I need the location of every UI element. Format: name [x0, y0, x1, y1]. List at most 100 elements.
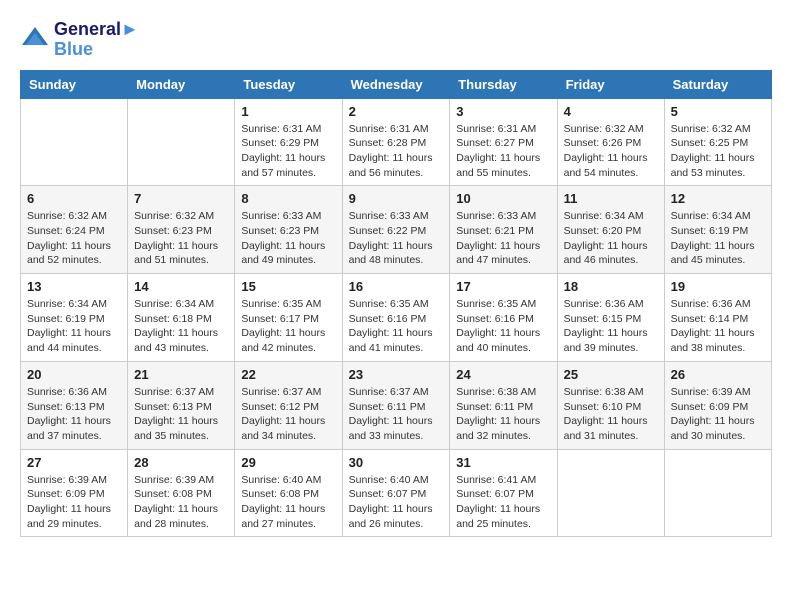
calendar-cell: 1 Sunrise: 6:31 AMSunset: 6:29 PMDaylight… [235, 98, 342, 186]
calendar-cell: 16 Sunrise: 6:35 AMSunset: 6:16 PMDayligh… [342, 274, 450, 362]
calendar-cell: 31 Sunrise: 6:41 AMSunset: 6:07 PMDayligh… [450, 449, 557, 537]
day-info: Sunrise: 6:32 AMSunset: 6:24 PMDaylight:… [27, 209, 121, 268]
weekday-header: Sunday [21, 70, 128, 98]
day-info: Sunrise: 6:37 AMSunset: 6:11 PMDaylight:… [349, 385, 444, 444]
calendar-cell: 15 Sunrise: 6:35 AMSunset: 6:17 PMDayligh… [235, 274, 342, 362]
logo-text: General► Blue [54, 20, 139, 60]
weekday-header: Saturday [664, 70, 771, 98]
day-info: Sunrise: 6:37 AMSunset: 6:13 PMDaylight:… [134, 385, 228, 444]
calendar-cell: 27 Sunrise: 6:39 AMSunset: 6:09 PMDayligh… [21, 449, 128, 537]
day-info: Sunrise: 6:31 AMSunset: 6:28 PMDaylight:… [349, 122, 444, 181]
day-info: Sunrise: 6:40 AMSunset: 6:08 PMDaylight:… [241, 473, 335, 532]
day-number: 2 [349, 104, 444, 119]
calendar-cell [664, 449, 771, 537]
day-info: Sunrise: 6:36 AMSunset: 6:13 PMDaylight:… [27, 385, 121, 444]
logo-icon [20, 25, 50, 55]
day-info: Sunrise: 6:39 AMSunset: 6:08 PMDaylight:… [134, 473, 228, 532]
day-number: 1 [241, 104, 335, 119]
day-info: Sunrise: 6:39 AMSunset: 6:09 PMDaylight:… [671, 385, 765, 444]
day-number: 21 [134, 367, 228, 382]
day-number: 19 [671, 279, 765, 294]
day-info: Sunrise: 6:32 AMSunset: 6:25 PMDaylight:… [671, 122, 765, 181]
calendar-cell: 2 Sunrise: 6:31 AMSunset: 6:28 PMDaylight… [342, 98, 450, 186]
day-info: Sunrise: 6:34 AMSunset: 6:20 PMDaylight:… [564, 209, 658, 268]
day-info: Sunrise: 6:36 AMSunset: 6:15 PMDaylight:… [564, 297, 658, 356]
calendar-cell: 17 Sunrise: 6:35 AMSunset: 6:16 PMDayligh… [450, 274, 557, 362]
calendar-cell: 8 Sunrise: 6:33 AMSunset: 6:23 PMDaylight… [235, 186, 342, 274]
day-number: 4 [564, 104, 658, 119]
day-info: Sunrise: 6:32 AMSunset: 6:26 PMDaylight:… [564, 122, 658, 181]
calendar-cell [21, 98, 128, 186]
calendar-cell [128, 98, 235, 186]
day-info: Sunrise: 6:35 AMSunset: 6:16 PMDaylight:… [349, 297, 444, 356]
calendar-cell: 12 Sunrise: 6:34 AMSunset: 6:19 PMDayligh… [664, 186, 771, 274]
weekday-header: Thursday [450, 70, 557, 98]
day-info: Sunrise: 6:34 AMSunset: 6:18 PMDaylight:… [134, 297, 228, 356]
calendar-cell: 14 Sunrise: 6:34 AMSunset: 6:18 PMDayligh… [128, 274, 235, 362]
day-number: 16 [349, 279, 444, 294]
day-number: 7 [134, 191, 228, 206]
day-info: Sunrise: 6:33 AMSunset: 6:22 PMDaylight:… [349, 209, 444, 268]
calendar-cell: 21 Sunrise: 6:37 AMSunset: 6:13 PMDayligh… [128, 361, 235, 449]
calendar-cell [557, 449, 664, 537]
day-number: 31 [456, 455, 550, 470]
calendar-cell: 6Sunrise: 6:32 AMSunset: 6:24 PMDaylight… [21, 186, 128, 274]
day-info: Sunrise: 6:33 AMSunset: 6:23 PMDaylight:… [241, 209, 335, 268]
calendar-cell: 3Sunrise: 6:31 AMSunset: 6:27 PMDaylight… [450, 98, 557, 186]
day-info: Sunrise: 6:36 AMSunset: 6:14 PMDaylight:… [671, 297, 765, 356]
day-info: Sunrise: 6:38 AMSunset: 6:11 PMDaylight:… [456, 385, 550, 444]
day-number: 9 [349, 191, 444, 206]
day-info: Sunrise: 6:33 AMSunset: 6:21 PMDaylight:… [456, 209, 550, 268]
day-info: Sunrise: 6:38 AMSunset: 6:10 PMDaylight:… [564, 385, 658, 444]
day-number: 24 [456, 367, 550, 382]
day-number: 17 [456, 279, 550, 294]
day-number: 14 [134, 279, 228, 294]
calendar-cell: 22 Sunrise: 6:37 AMSunset: 6:12 PMDayligh… [235, 361, 342, 449]
calendar-cell: 4 Sunrise: 6:32 AMSunset: 6:26 PMDaylight… [557, 98, 664, 186]
day-number: 15 [241, 279, 335, 294]
day-number: 29 [241, 455, 335, 470]
weekday-header: Friday [557, 70, 664, 98]
weekday-header: Wednesday [342, 70, 450, 98]
day-number: 28 [134, 455, 228, 470]
calendar-table: SundayMondayTuesdayWednesdayThursdayFrid… [20, 70, 772, 538]
calendar-cell: 20 Sunrise: 6:36 AMSunset: 6:13 PMDayligh… [21, 361, 128, 449]
calendar-cell: 24 Sunrise: 6:38 AMSunset: 6:11 PMDayligh… [450, 361, 557, 449]
calendar-cell: 19 Sunrise: 6:36 AMSunset: 6:14 PMDayligh… [664, 274, 771, 362]
calendar-cell: 25 Sunrise: 6:38 AMSunset: 6:10 PMDayligh… [557, 361, 664, 449]
logo: General► Blue [20, 20, 139, 60]
day-number: 23 [349, 367, 444, 382]
calendar-cell: 5Sunrise: 6:32 AMSunset: 6:25 PMDaylight… [664, 98, 771, 186]
calendar-cell: 23 Sunrise: 6:37 AMSunset: 6:11 PMDayligh… [342, 361, 450, 449]
day-number: 13 [27, 279, 121, 294]
day-info: Sunrise: 6:37 AMSunset: 6:12 PMDaylight:… [241, 385, 335, 444]
day-number: 3 [456, 104, 550, 119]
day-info: Sunrise: 6:35 AMSunset: 6:16 PMDaylight:… [456, 297, 550, 356]
day-number: 12 [671, 191, 765, 206]
calendar-cell: 26 Sunrise: 6:39 AMSunset: 6:09 PMDayligh… [664, 361, 771, 449]
calendar-cell: 28 Sunrise: 6:39 AMSunset: 6:08 PMDayligh… [128, 449, 235, 537]
day-number: 26 [671, 367, 765, 382]
day-info: Sunrise: 6:41 AMSunset: 6:07 PMDaylight:… [456, 473, 550, 532]
day-info: Sunrise: 6:39 AMSunset: 6:09 PMDaylight:… [27, 473, 121, 532]
day-info: Sunrise: 6:34 AMSunset: 6:19 PMDaylight:… [671, 209, 765, 268]
day-number: 27 [27, 455, 121, 470]
calendar-cell: 18 Sunrise: 6:36 AMSunset: 6:15 PMDayligh… [557, 274, 664, 362]
calendar-cell: 30Sunrise: 6:40 AMSunset: 6:07 PMDayligh… [342, 449, 450, 537]
day-info: Sunrise: 6:34 AMSunset: 6:19 PMDaylight:… [27, 297, 121, 356]
day-number: 25 [564, 367, 658, 382]
day-number: 20 [27, 367, 121, 382]
day-number: 22 [241, 367, 335, 382]
weekday-header: Tuesday [235, 70, 342, 98]
weekday-header: Monday [128, 70, 235, 98]
calendar-cell: 29 Sunrise: 6:40 AMSunset: 6:08 PMDayligh… [235, 449, 342, 537]
day-number: 8 [241, 191, 335, 206]
day-number: 18 [564, 279, 658, 294]
day-info: Sunrise: 6:35 AMSunset: 6:17 PMDaylight:… [241, 297, 335, 356]
calendar-cell: 10Sunrise: 6:33 AMSunset: 6:21 PMDayligh… [450, 186, 557, 274]
calendar-cell: 7Sunrise: 6:32 AMSunset: 6:23 PMDaylight… [128, 186, 235, 274]
calendar-cell: 13 Sunrise: 6:34 AMSunset: 6:19 PMDayligh… [21, 274, 128, 362]
day-info: Sunrise: 6:31 AMSunset: 6:29 PMDaylight:… [241, 122, 335, 181]
day-number: 30 [349, 455, 444, 470]
day-number: 11 [564, 191, 658, 206]
